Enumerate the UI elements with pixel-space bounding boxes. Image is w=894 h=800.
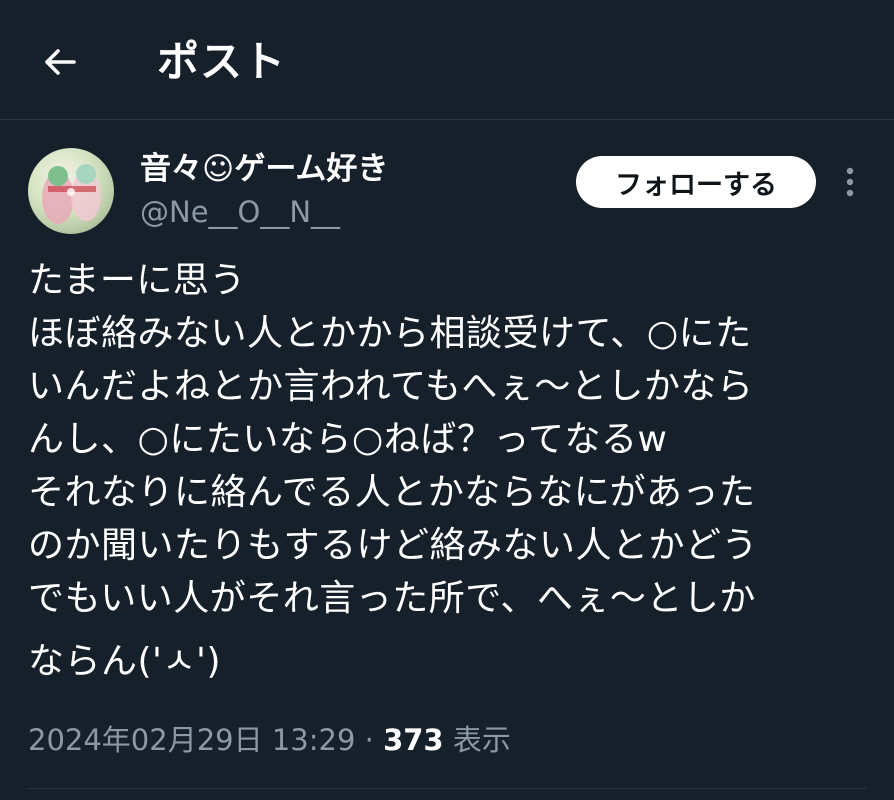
back-button[interactable]: [34, 36, 86, 88]
tweet-line: でもいい人がそれ言った所で、へぇ～としか: [28, 578, 756, 619]
tweet-text: たまーに思う ほぼ絡みない人とかから相談受けて、○にた いんだよねとか言われても…: [28, 254, 868, 688]
tweet-line: それなりに絡んでる人とかならなにがあった: [28, 472, 756, 513]
follow-button[interactable]: フォローする: [576, 156, 816, 208]
more-options-button[interactable]: [836, 162, 864, 202]
arrow-left-icon: [45, 49, 76, 75]
tweet-meta: 2024年02月29日 13:29 · 373 表示: [28, 718, 511, 762]
tweet-line: ならん('ㅅ'): [28, 641, 222, 682]
tweet-line: いんだよねとか言われてもへぇ～としかなら: [28, 366, 754, 407]
tweet-line: のか聞いたりもするけど絡みない人とかどう: [28, 525, 759, 566]
tweet-line: ほぼ絡みない人とかから相談受けて、○にた: [28, 313, 752, 354]
page-title: ポスト: [157, 37, 287, 86]
display-name[interactable]: 音々☺ゲーム好き: [140, 148, 388, 190]
vertical-dots-icon: [846, 167, 854, 197]
top-bar: ポスト: [0, 0, 894, 120]
user-handle[interactable]: @Ne__O__N__: [140, 192, 340, 232]
avatar[interactable]: [28, 148, 114, 234]
timestamp[interactable]: 2024年02月29日 13:29: [28, 723, 355, 757]
tweet-line: んし、○にたいなら○ねば？ってなるw: [28, 419, 668, 460]
tweet-line: たまーに思う: [28, 260, 246, 301]
post-page: ポスト 音々☺ゲーム好き @Ne__O__N__ フォローする たまーに思う ほ…: [0, 0, 894, 800]
meta-separator: ·: [364, 723, 374, 757]
divider: [28, 788, 866, 789]
views-label: 表示: [452, 723, 511, 757]
views-count[interactable]: 373: [383, 723, 444, 757]
